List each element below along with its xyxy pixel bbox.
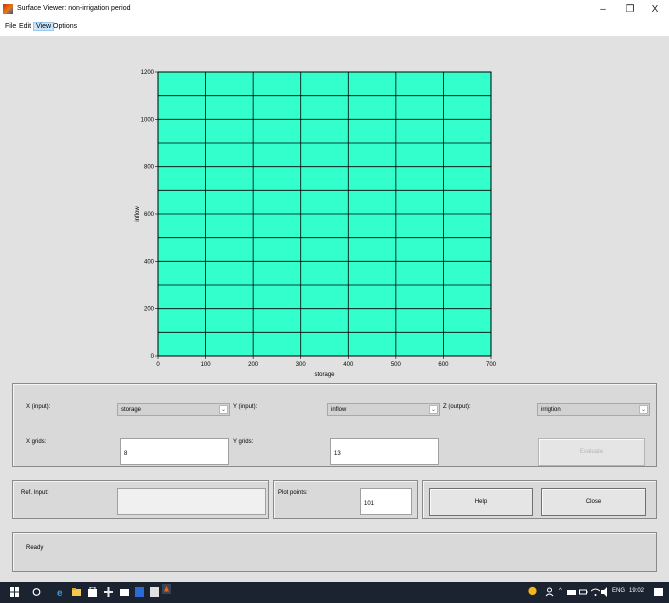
status-panel: Ready — [12, 532, 657, 572]
x-axis-label: storage — [314, 372, 335, 378]
menu-file[interactable]: File — [3, 23, 18, 30]
action-center-icon[interactable] — [654, 587, 663, 597]
y-grids-input[interactable]: 13 — [330, 438, 439, 465]
evaluate-button[interactable]: Evaluate — [538, 438, 645, 466]
edge-browser-icon[interactable]: e — [56, 587, 65, 597]
mail-icon[interactable] — [120, 587, 129, 597]
ref-input-field[interactable] — [117, 488, 266, 515]
x-input-select[interactable]: storage ⌄ — [117, 403, 230, 416]
minimize-button[interactable]: – — [591, 2, 615, 18]
app-icon-plus[interactable] — [104, 587, 113, 597]
y-tick-label: 1000 — [141, 117, 155, 123]
x-grids-label: X grids: — [26, 439, 47, 445]
clock[interactable]: 19:02 — [629, 588, 644, 594]
ref-input-label: Ref. Input: — [21, 490, 49, 496]
y-tick-label: 0 — [151, 354, 155, 360]
z-output-select[interactable]: irrigtion ⌄ — [537, 403, 650, 416]
surface-plot: 0 100 200 300 400 500 600 700 0 200 400 600 800 1000 1… — [135, 70, 497, 378]
x-tick-label: 500 — [391, 362, 402, 368]
y-input-select[interactable]: inflow ⌄ — [327, 403, 440, 416]
x-tick-label: 600 — [438, 362, 449, 368]
y-axis-label: inflow — [135, 206, 141, 222]
z-output-label: Z (output): — [443, 404, 471, 410]
svg-text:e: e — [57, 588, 63, 597]
plot-points-panel: Plot points: 101 — [273, 480, 418, 519]
word-icon[interactable] — [135, 587, 144, 597]
battery-icon[interactable] — [579, 587, 588, 597]
file-explorer-icon[interactable] — [72, 587, 81, 597]
wifi-icon[interactable] — [591, 587, 600, 597]
x-input-value: storage — [121, 407, 142, 413]
x-tick-label: 0 — [156, 362, 160, 368]
windows-taskbar: e ^ ENG 19:02 — [0, 582, 669, 603]
ref-input-panel: Ref. Input: — [12, 480, 269, 519]
volume-icon[interactable] — [601, 587, 610, 597]
plot-points-label: Plot points: — [278, 490, 308, 496]
z-output-value: irrigtion — [541, 407, 561, 413]
x-tick-label: 100 — [201, 362, 212, 368]
chevron-up-icon[interactable]: ^ — [559, 588, 562, 594]
window-title: Surface Viewer: non-irrigation period — [17, 5, 131, 12]
chevron-down-icon: ⌄ — [429, 405, 438, 414]
y-tick-label: 800 — [144, 165, 155, 171]
status-text: Ready — [26, 545, 44, 551]
x-tick-label: 700 — [486, 362, 497, 368]
search-icon[interactable] — [32, 587, 41, 597]
people-icon[interactable] — [545, 587, 554, 597]
y-tick-label: 400 — [144, 259, 155, 265]
y-tick-label: 1200 — [141, 70, 155, 76]
y-tick-label: 600 — [144, 212, 155, 218]
menu-options[interactable]: Options — [51, 23, 79, 30]
y-input-value: inflow — [331, 407, 347, 413]
x-input-label: X (input): — [26, 404, 51, 410]
close-button[interactable]: Close — [541, 488, 646, 516]
matlab-app-icon — [3, 4, 13, 14]
x-tick-label: 200 — [248, 362, 259, 368]
notification-app-icon[interactable] — [528, 586, 537, 596]
y-tick-label: 200 — [144, 307, 155, 313]
network-icon[interactable] — [567, 587, 576, 597]
menu-bar: File Edit View Options — [0, 20, 669, 35]
windows-start-icon[interactable] — [10, 587, 19, 597]
input-output-panel: X (input): storage ⌄ Y (input): inflow ⌄… — [12, 383, 657, 467]
client-area: 0 100 200 300 400 500 600 700 0 200 400 600 800 1000 1… — [0, 36, 669, 582]
y-grids-label: Y grids: — [233, 439, 254, 445]
maximize-button[interactable]: ❐ — [618, 2, 642, 18]
x-tick-label: 300 — [296, 362, 307, 368]
title-bar: Surface Viewer: non-irrigation period – … — [0, 0, 669, 20]
menu-edit[interactable]: Edit — [17, 23, 33, 30]
language-indicator[interactable]: ENG — [612, 588, 625, 594]
matlab-taskbar-icon[interactable] — [162, 584, 171, 594]
x-tick-label: 400 — [343, 362, 354, 368]
notes-icon[interactable] — [150, 587, 159, 597]
store-icon[interactable] — [88, 587, 97, 597]
help-button[interactable]: Help — [429, 488, 533, 516]
chevron-down-icon: ⌄ — [639, 405, 648, 414]
y-input-label: Y (input): — [233, 404, 258, 410]
close-window-button[interactable]: X — [643, 2, 667, 18]
buttons-panel: Help Close — [422, 480, 657, 519]
plot-points-input[interactable]: 101 — [360, 488, 412, 515]
chevron-down-icon: ⌄ — [219, 405, 228, 414]
x-grids-input[interactable]: 8 — [120, 438, 229, 465]
